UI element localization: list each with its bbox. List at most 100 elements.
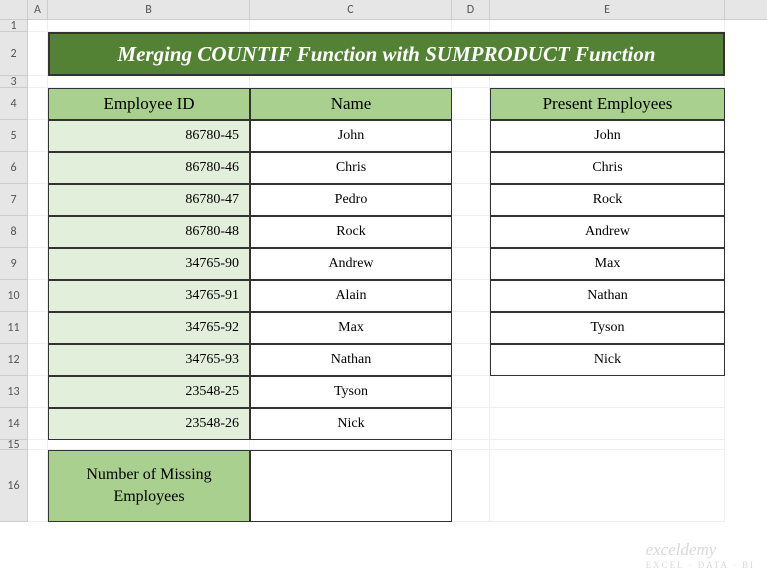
employee-name-cell[interactable]: Chris [250, 152, 452, 184]
cell[interactable] [452, 408, 490, 440]
column-header-D[interactable]: D [452, 0, 490, 19]
cell[interactable] [28, 248, 48, 280]
employee-id-cell[interactable]: 23548-25 [48, 376, 250, 408]
cell[interactable] [452, 152, 490, 184]
row-header-10[interactable]: 10 [0, 280, 28, 312]
cell[interactable] [28, 376, 48, 408]
cell[interactable] [28, 88, 48, 120]
missing-label-cell[interactable]: Number of Missing Employees [48, 450, 250, 522]
cell[interactable] [28, 216, 48, 248]
employee-id-cell[interactable]: 86780-46 [48, 152, 250, 184]
cell[interactable] [452, 248, 490, 280]
cell[interactable] [28, 280, 48, 312]
cell[interactable] [490, 76, 725, 88]
cell[interactable] [490, 408, 725, 440]
cell[interactable] [452, 76, 490, 88]
cell[interactable] [48, 440, 250, 450]
cell[interactable] [452, 450, 490, 522]
present-cell[interactable]: Rock [490, 184, 725, 216]
row-header-3[interactable]: 3 [0, 76, 28, 88]
employee-name-cell[interactable]: Andrew [250, 248, 452, 280]
cell[interactable] [250, 440, 452, 450]
present-cell[interactable]: Nathan [490, 280, 725, 312]
cell[interactable] [490, 20, 725, 32]
header-employee-id[interactable]: Employee ID [48, 88, 250, 120]
cell[interactable] [48, 76, 250, 88]
employee-id-cell[interactable]: 34765-92 [48, 312, 250, 344]
row-header-2[interactable]: 2 [0, 32, 28, 76]
cell[interactable] [28, 312, 48, 344]
cell[interactable] [28, 32, 48, 76]
watermark-sub: EXCEL · DATA · BI [646, 560, 755, 570]
present-cell[interactable]: Max [490, 248, 725, 280]
missing-value-cell[interactable] [250, 450, 452, 522]
row-header-7[interactable]: 7 [0, 184, 28, 216]
employee-name-cell[interactable]: Pedro [250, 184, 452, 216]
present-cell[interactable]: Tyson [490, 312, 725, 344]
cell[interactable] [452, 88, 490, 120]
row-header-14[interactable]: 14 [0, 408, 28, 440]
present-cell[interactable]: Nick [490, 344, 725, 376]
column-header-C[interactable]: C [250, 0, 452, 19]
present-cell[interactable]: John [490, 120, 725, 152]
employee-name-cell[interactable]: Rock [250, 216, 452, 248]
cell[interactable] [28, 344, 48, 376]
cell[interactable] [452, 376, 490, 408]
column-header-A[interactable]: A [28, 0, 48, 19]
present-cell[interactable]: Andrew [490, 216, 725, 248]
employee-name-cell[interactable]: Tyson [250, 376, 452, 408]
cell[interactable] [452, 20, 490, 32]
cell[interactable] [28, 76, 48, 88]
column-header-B[interactable]: B [48, 0, 250, 19]
cell[interactable] [490, 440, 725, 450]
row-header-8[interactable]: 8 [0, 216, 28, 248]
row-header-15[interactable]: 15 [0, 440, 28, 450]
employee-name-cell[interactable]: John [250, 120, 452, 152]
row-header-5[interactable]: 5 [0, 120, 28, 152]
title-cell[interactable]: Merging COUNTIF Function with SUMPRODUCT… [48, 32, 725, 76]
employee-name-cell[interactable]: Alain [250, 280, 452, 312]
cell[interactable] [28, 152, 48, 184]
cell[interactable] [452, 312, 490, 344]
employee-id-cell[interactable]: 86780-48 [48, 216, 250, 248]
cell[interactable] [452, 120, 490, 152]
cell[interactable] [28, 408, 48, 440]
cell[interactable] [490, 450, 725, 522]
row-header-12[interactable]: 12 [0, 344, 28, 376]
cell[interactable] [28, 184, 48, 216]
row-header-4[interactable]: 4 [0, 88, 28, 120]
row-header-6[interactable]: 6 [0, 152, 28, 184]
employee-id-cell[interactable]: 86780-45 [48, 120, 250, 152]
employee-name-cell[interactable]: Nathan [250, 344, 452, 376]
row-header-1[interactable]: 1 [0, 20, 28, 32]
row-header-16[interactable]: 16 [0, 450, 28, 522]
cell[interactable] [250, 76, 452, 88]
row-header-9[interactable]: 9 [0, 248, 28, 280]
cell[interactable] [48, 20, 250, 32]
cell[interactable] [28, 20, 48, 32]
cell[interactable] [28, 450, 48, 522]
cell[interactable] [452, 184, 490, 216]
header-name[interactable]: Name [250, 88, 452, 120]
cell[interactable] [250, 20, 452, 32]
header-present[interactable]: Present Employees [490, 88, 725, 120]
row-header-13[interactable]: 13 [0, 376, 28, 408]
employee-name-cell[interactable]: Nick [250, 408, 452, 440]
employee-id-cell[interactable]: 23548-26 [48, 408, 250, 440]
cell[interactable] [28, 440, 48, 450]
column-header-E[interactable]: E [490, 0, 725, 19]
employee-name-cell[interactable]: Max [250, 312, 452, 344]
cell[interactable] [452, 344, 490, 376]
employee-id-cell[interactable]: 34765-90 [48, 248, 250, 280]
present-cell[interactable]: Chris [490, 152, 725, 184]
cell[interactable] [452, 216, 490, 248]
row-header-11[interactable]: 11 [0, 312, 28, 344]
employee-id-cell[interactable]: 34765-91 [48, 280, 250, 312]
select-all-corner[interactable] [0, 0, 28, 19]
cell[interactable] [490, 376, 725, 408]
cell[interactable] [28, 120, 48, 152]
cell[interactable] [452, 280, 490, 312]
employee-id-cell[interactable]: 34765-93 [48, 344, 250, 376]
employee-id-cell[interactable]: 86780-47 [48, 184, 250, 216]
cell[interactable] [452, 440, 490, 450]
